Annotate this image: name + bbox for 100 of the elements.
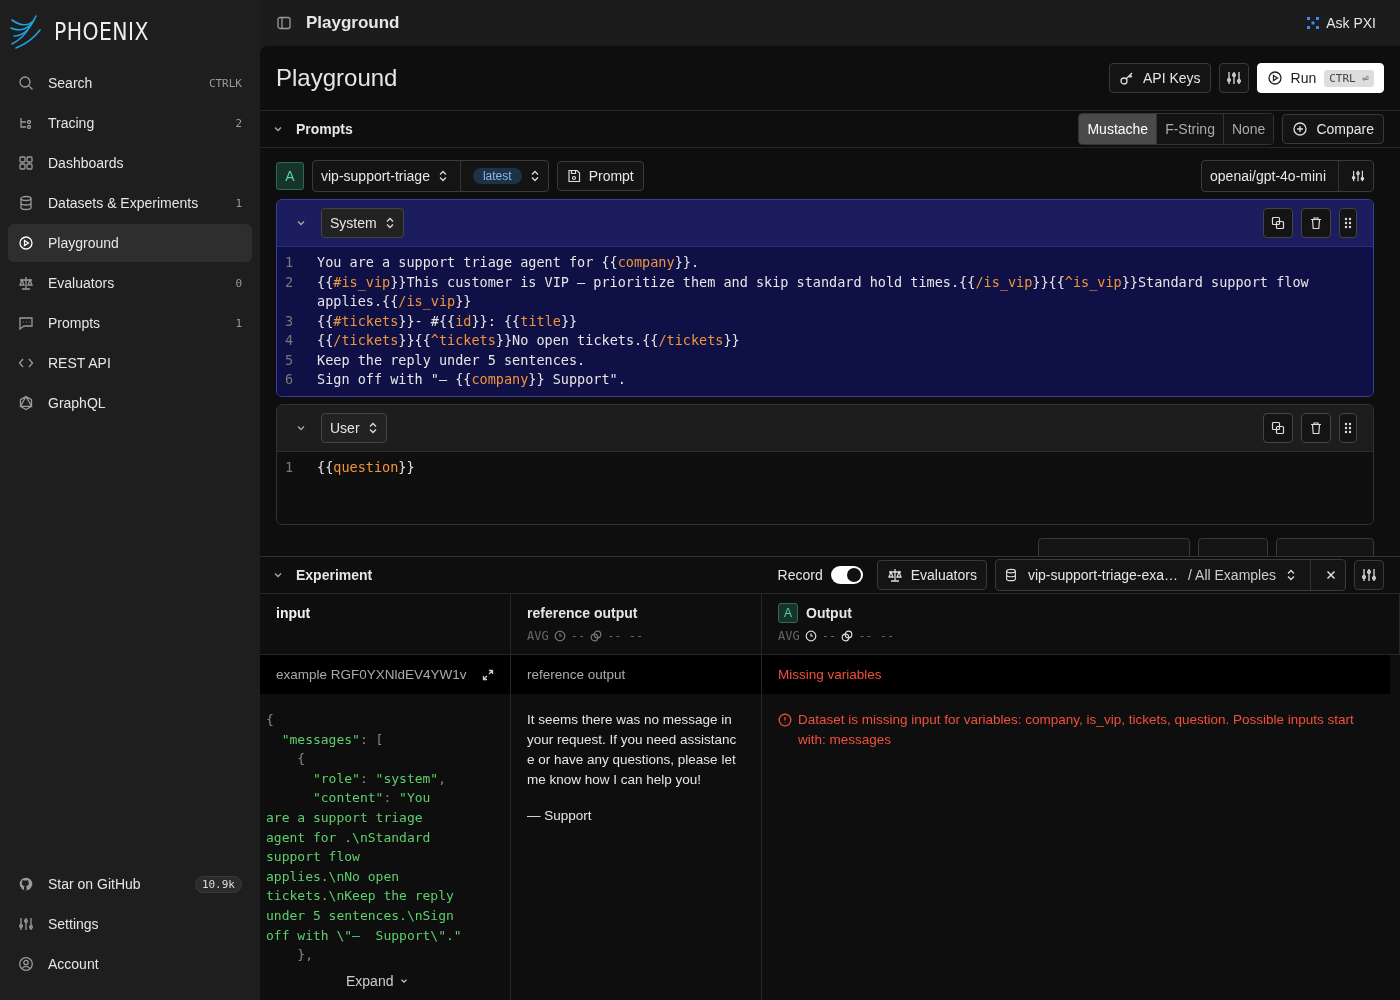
- token-count: -- --: [607, 629, 644, 643]
- sliders-icon: [1351, 169, 1365, 183]
- count-label: 0: [235, 276, 242, 290]
- json-viewer: { "messages": [ { "role": "system", "content": "You are a support triage agent for .\nStandard support flow applies.\nNo open tickets.\nKeep the reply under 5 sentences.\nSign off with \"— Support\"." },: [266, 711, 463, 965]
- close-icon[interactable]: [1325, 569, 1337, 581]
- code-line: {{#tickets}}- #{{id}}: {{title}}: [317, 311, 579, 331]
- code-line: Keep the reply under 5 sentences.: [317, 350, 587, 370]
- count-label: 1: [235, 196, 242, 210]
- updown-icon: [529, 170, 540, 182]
- drag-dots-icon: [1344, 216, 1352, 230]
- format-option[interactable]: None: [1222, 114, 1274, 144]
- save-prompt-button[interactable]: Prompt: [556, 161, 644, 191]
- brand-name: PHOENIX: [54, 18, 149, 46]
- version-tag: latest: [472, 168, 522, 184]
- role-select[interactable]: User: [321, 412, 387, 443]
- run-label: Run: [1290, 70, 1317, 86]
- database-icon: [1003, 568, 1018, 582]
- code-line: Sign off with "— {{company}} Support".: [317, 370, 627, 389]
- record-toggle[interactable]: [830, 566, 863, 584]
- line-number: 1: [284, 457, 295, 477]
- updown-icon: [437, 170, 448, 182]
- sidebar-toggle-icon[interactable]: [276, 15, 292, 31]
- user-icon: [18, 956, 34, 972]
- drag-handle[interactable]: [1339, 208, 1357, 238]
- expand-icon[interactable]: [482, 668, 494, 681]
- code-line: You are a support triage agent for {{company}}.: [317, 253, 701, 272]
- sidebar-item[interactable]: Dashboards: [8, 144, 252, 182]
- avg-label: AVG: [527, 629, 549, 643]
- sidebar-item[interactable]: Star on GitHub 10.9k: [8, 865, 252, 903]
- error-message: Dataset is missing input for variables: company, is_vip, tickets, question. Possible inputs start with: messages: [798, 711, 1355, 749]
- code-editor[interactable]: [277, 247, 1373, 396]
- delete-button[interactable]: [1301, 208, 1331, 238]
- section-title: Experiment: [296, 567, 373, 583]
- line-number: 4: [284, 331, 295, 350]
- drag-handle[interactable]: [1339, 412, 1357, 443]
- search-icon: [18, 75, 34, 91]
- column-header: Output: [806, 605, 852, 621]
- evaluators-button[interactable]: Evaluators: [876, 560, 987, 590]
- grid-icon: [18, 155, 34, 171]
- sidebar-item[interactable]: GraphQL: [8, 384, 252, 422]
- code-line: {{question}}: [317, 457, 416, 477]
- coins-icon: [841, 630, 854, 642]
- expand-button[interactable]: Expand: [340, 972, 416, 990]
- play-icon: [18, 235, 34, 251]
- line-number: 1: [284, 253, 295, 272]
- sparkle-icon: [1306, 16, 1321, 30]
- line-number: 5: [284, 350, 295, 370]
- sidebar-item[interactable]: Search CTRLK: [8, 64, 252, 102]
- settings-icon: [18, 916, 34, 932]
- sidebar-item[interactable]: Evaluators 0: [8, 264, 252, 302]
- error-label: Missing variables: [778, 667, 882, 682]
- role-select[interactable]: System: [321, 208, 404, 238]
- copy-button[interactable]: [1263, 412, 1293, 443]
- sidebar-item[interactable]: Account: [8, 945, 252, 983]
- model-name: openai/gpt-4o-mini: [1210, 168, 1326, 184]
- column-header: input: [276, 605, 311, 621]
- playground-heading: Playground: [276, 64, 398, 92]
- dataset-picker[interactable]: vip-support-triage-exa… / All Examples: [994, 559, 1346, 591]
- sidebar-item[interactable]: Datasets & Experiments 1: [8, 184, 252, 222]
- trash-icon: [1309, 216, 1323, 230]
- sidebar-item[interactable]: REST API: [8, 344, 252, 382]
- dataset-name: vip-support-triage-exa…: [1027, 567, 1179, 583]
- api-keys-button[interactable]: API Keys: [1108, 63, 1211, 93]
- format-option[interactable]: F-String: [1156, 114, 1223, 144]
- line-number: 2: [284, 272, 295, 292]
- format-option[interactable]: Mustache: [1079, 114, 1157, 144]
- hexagon-icon: [18, 395, 34, 411]
- model-picker[interactable]: openai/gpt-4o-mini: [1201, 160, 1374, 192]
- sidebar-item[interactable]: Playground: [8, 224, 252, 262]
- settings-button[interactable]: [1218, 63, 1249, 93]
- delete-button[interactable]: [1301, 412, 1331, 443]
- sidebar-item[interactable]: Tracing 2: [8, 104, 252, 142]
- cat-logo-icon: [18, 876, 34, 892]
- star-count-badge: 10.9k: [194, 875, 242, 893]
- settings-button[interactable]: [1354, 560, 1384, 590]
- updown-icon: [1286, 569, 1296, 581]
- line-number: 6: [284, 370, 295, 389]
- prompt-name: vip-support-triage: [321, 168, 430, 184]
- count-label: 1: [235, 316, 242, 330]
- sidebar-item[interactable]: Settings: [8, 905, 252, 943]
- ask-button[interactable]: Ask PXI: [1298, 15, 1384, 31]
- column-header: reference output: [527, 605, 638, 621]
- copy-button[interactable]: [1263, 208, 1293, 238]
- scale-icon: [18, 275, 34, 291]
- instance-letter-badge: A: [778, 603, 798, 623]
- token-count: -- --: [858, 629, 895, 643]
- reference-text: It seems there was no message in your request. If you need assistance or have any questions, please let me know how I can help you!: [527, 711, 738, 789]
- run-button[interactable]: Run CTRL ⏎: [1256, 63, 1384, 93]
- drag-dots-icon: [1344, 420, 1352, 435]
- compare-button[interactable]: Compare: [1282, 114, 1384, 144]
- updown-icon: [384, 217, 395, 229]
- key-icon: [1118, 70, 1135, 86]
- sidebar-item[interactable]: Prompts 1: [8, 304, 252, 342]
- copy-icon: [1271, 216, 1285, 230]
- latency-value: --: [821, 629, 837, 643]
- tree-icon: [18, 115, 34, 131]
- chat-icon: [18, 315, 34, 331]
- record-label: Record: [777, 567, 823, 583]
- prompt-picker[interactable]: vip-support-triage latest: [312, 160, 549, 192]
- sliders-icon: [1361, 567, 1377, 583]
